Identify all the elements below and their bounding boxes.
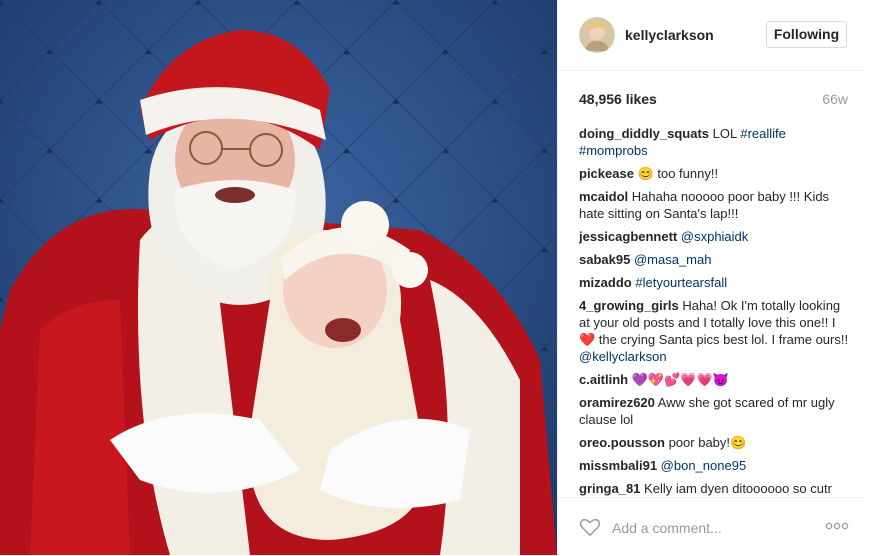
comment-item: gringa_81 Kelly iam dyen ditoooooo so cu… [579, 480, 849, 496]
comment-item: mcaidol Hahaha nooooo poor baby !!! Kids… [579, 188, 849, 222]
comment-username[interactable]: gringa_81 [579, 481, 640, 496]
username[interactable]: kellyclarkson [625, 27, 714, 43]
comment-text: Kelly iam dyen ditoooooo so cutr [644, 481, 832, 496]
comment-username[interactable]: 4_growing_girls [579, 298, 679, 313]
post-photo[interactable] [0, 0, 557, 555]
comment-tag-link[interactable]: @bon_none95 [661, 458, 747, 473]
comment-text: poor baby!😊 [668, 435, 747, 450]
comment-tag-link[interactable]: @masa_mah [634, 252, 712, 267]
comment-item: oreo.pousson poor baby!😊 [579, 434, 849, 451]
add-comment-input[interactable] [612, 519, 792, 537]
comment-footer [558, 497, 865, 556]
comment-item: oramirez620 Aww she got scared of mr ugl… [579, 394, 849, 428]
comment-username[interactable]: mcaidol [579, 189, 628, 204]
comments-list: doing_diddly_squats LOL #reallife #mompr… [579, 125, 849, 496]
comment-username[interactable]: mizaddo [579, 275, 632, 290]
page-background [865, 0, 896, 555]
comment-item: c.aitlinh 💜💖💕💗💗😈 [579, 371, 849, 388]
following-button[interactable]: Following [766, 21, 847, 48]
more-options-icon[interactable] [825, 520, 849, 532]
comment-username[interactable]: doing_diddly_squats [579, 126, 709, 141]
post-time[interactable]: 66w [822, 91, 848, 107]
comment-item: jessicagbennett @sxphiaidk [579, 228, 849, 245]
comment-text: 💜💖💕💗💗😈 [631, 372, 729, 387]
likes-row: 48,956 likes 66w [579, 91, 848, 109]
comment-item: pickease 😊 too funny!! [579, 165, 849, 182]
comment-text: 😊 too funny!! [637, 166, 719, 181]
post-detail-panel: kellyclarkson Following 48,956 likes 66w… [557, 0, 865, 555]
comment-tag-link[interactable]: @sxphiaidk [681, 229, 748, 244]
comment-text: LOL [712, 126, 741, 141]
comment-username[interactable]: oramirez620 [579, 395, 655, 410]
photo-image [0, 0, 557, 555]
likes-count[interactable]: 48,956 likes [579, 91, 657, 107]
comment-item: 4_growing_girls Haha! Ok I'm totally loo… [579, 297, 849, 365]
comment-item: mizaddo #letyourtearsfall [579, 274, 849, 291]
comment-username[interactable]: missmbali91 [579, 458, 657, 473]
comment-tag-link[interactable]: #momprobs [579, 143, 648, 158]
comment-item: doing_diddly_squats LOL #reallife #mompr… [579, 125, 849, 159]
comment-item: missmbali91 @bon_none95 [579, 457, 849, 474]
avatar[interactable] [579, 17, 615, 53]
comment-username[interactable]: pickease [579, 166, 634, 181]
comment-tag-link[interactable]: #letyourtearsfall [635, 275, 727, 290]
comment-tag-link[interactable]: #reallife [740, 126, 786, 141]
comment-username[interactable]: sabak95 [579, 252, 630, 267]
avatar-image [579, 17, 615, 53]
comment-username[interactable]: jessicagbennett [579, 229, 677, 244]
heart-outline-icon[interactable] [579, 517, 601, 537]
comment-username[interactable]: oreo.pousson [579, 435, 665, 450]
comment-item: sabak95 @masa_mah [579, 251, 849, 268]
post-header: kellyclarkson Following [558, 0, 865, 71]
comment-username[interactable]: c.aitlinh [579, 372, 628, 387]
comment-tag-link[interactable]: @kellyclarkson [579, 349, 667, 364]
